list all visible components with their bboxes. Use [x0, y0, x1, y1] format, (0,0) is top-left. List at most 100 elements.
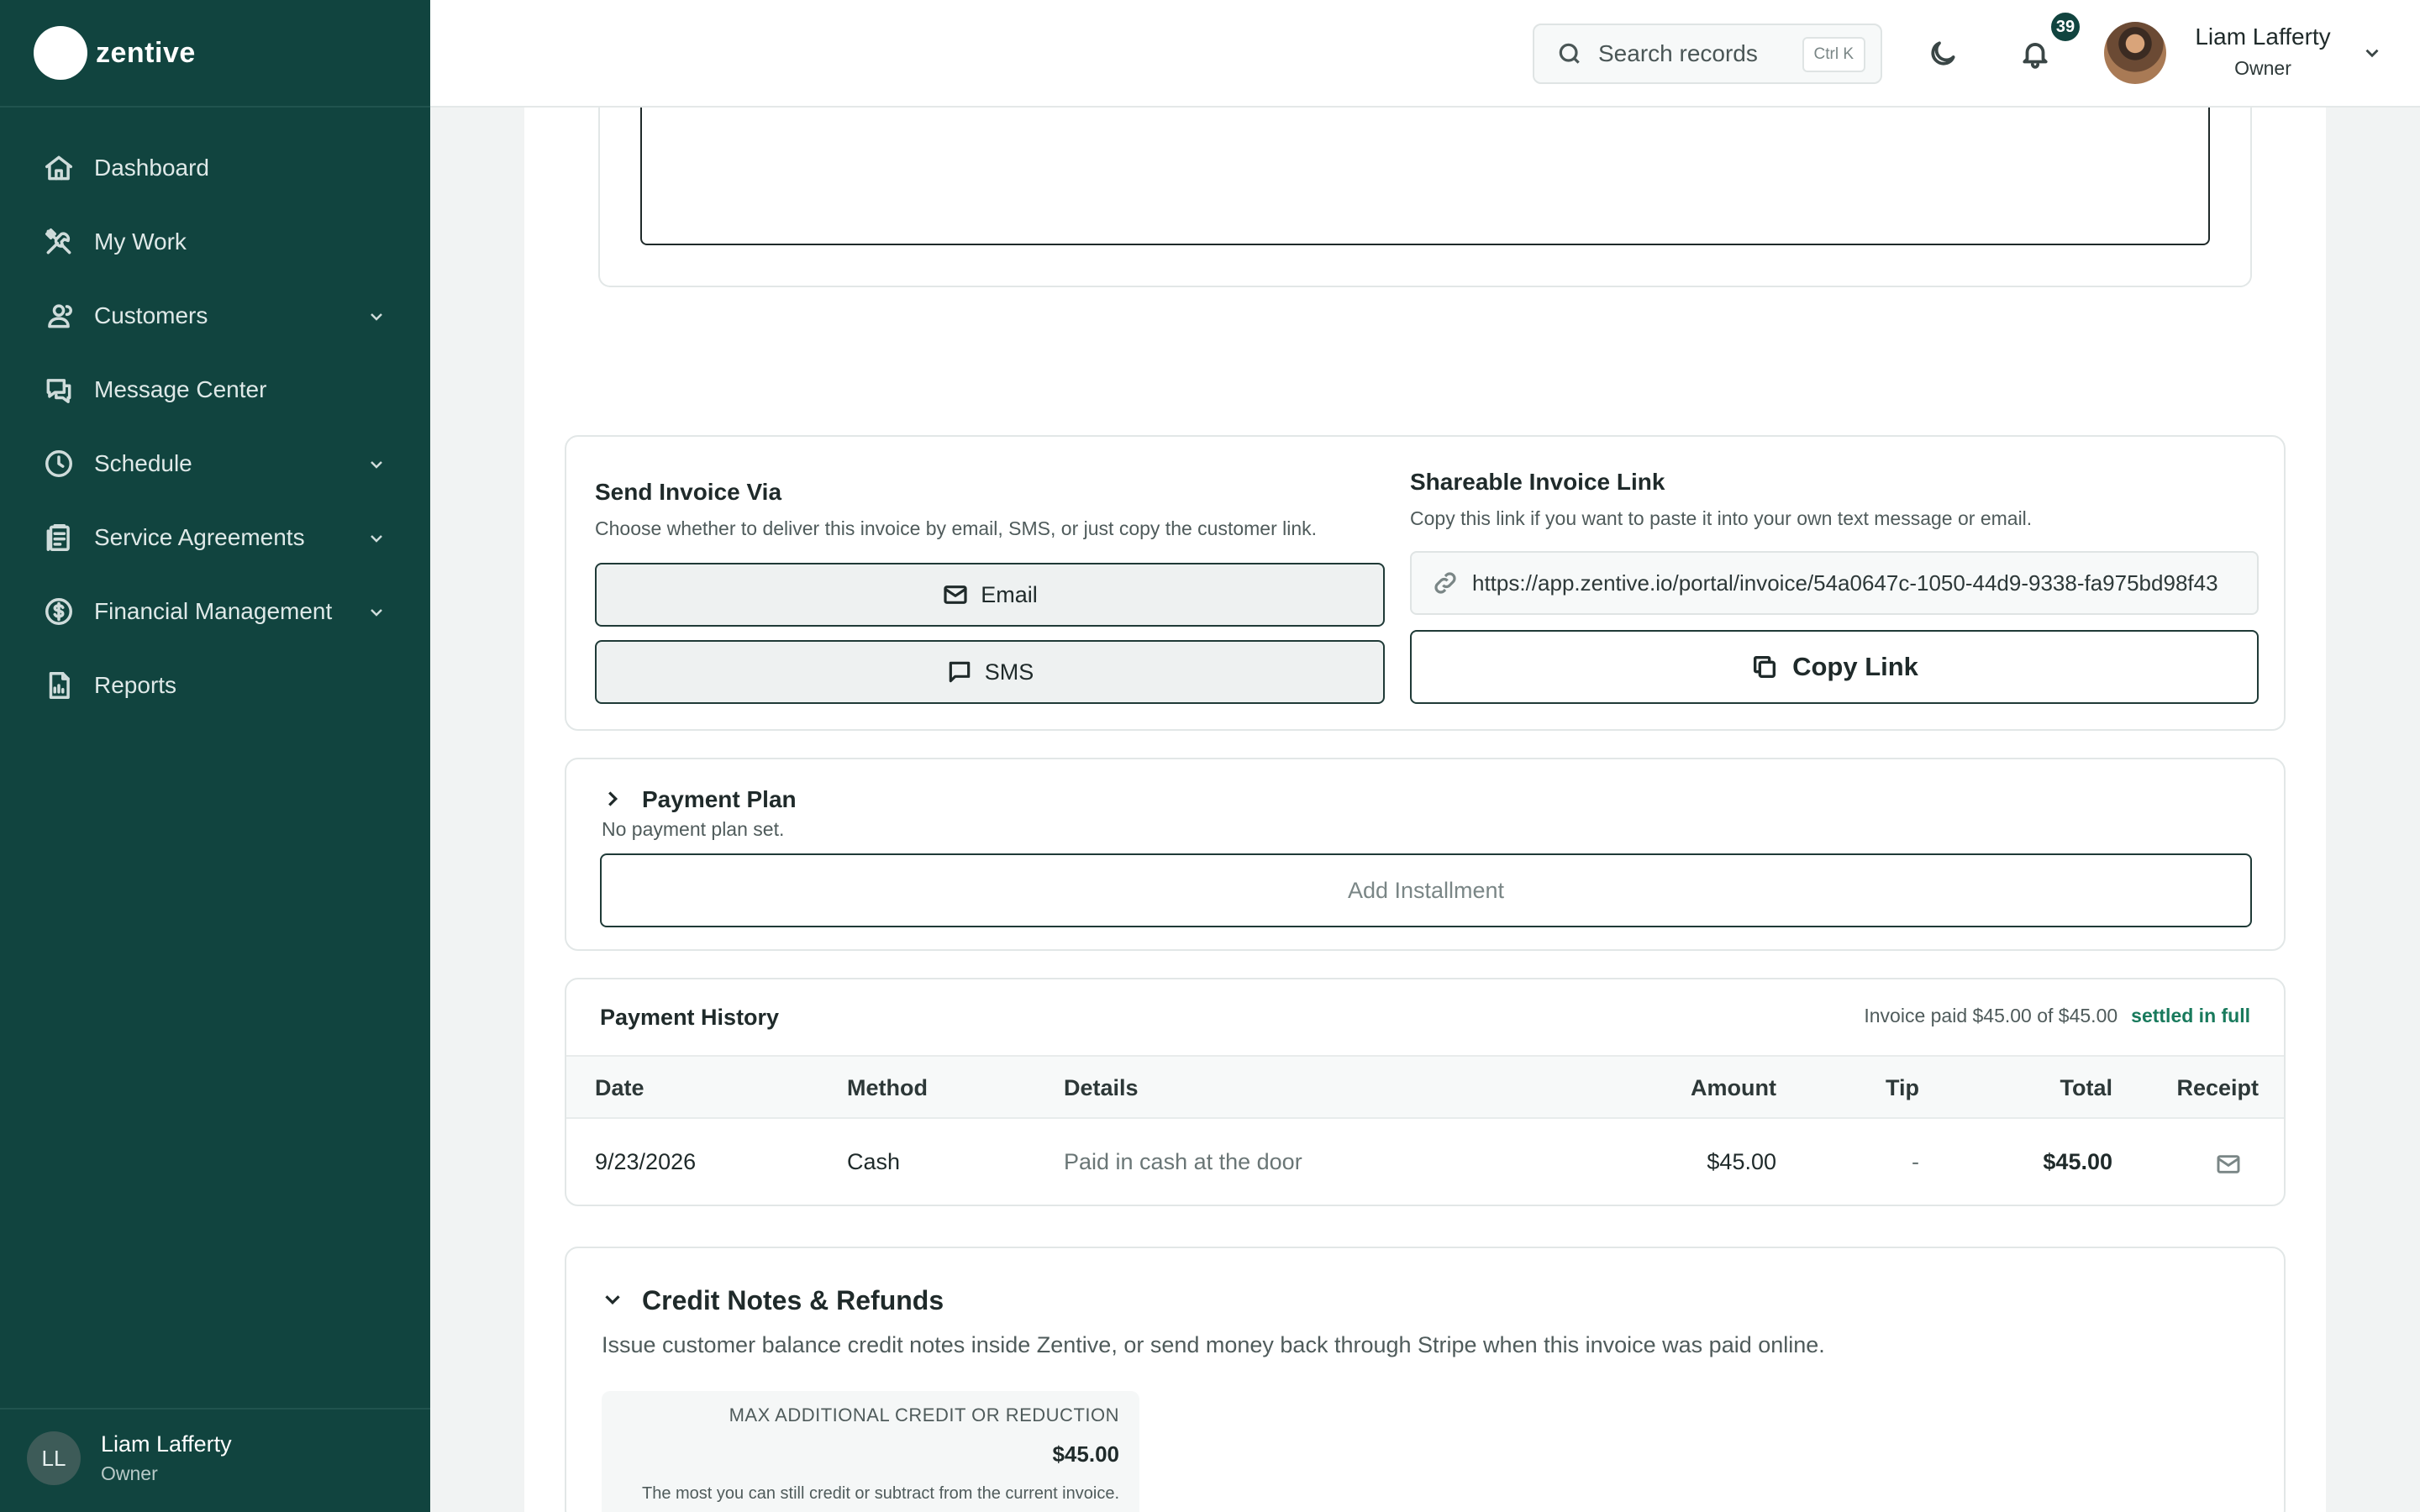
- sidebar-divider: [0, 1408, 430, 1410]
- user-menu[interactable]: Liam Lafferty Owner: [2185, 24, 2341, 80]
- share-link-description: Copy this link if you want to paste it i…: [1410, 507, 2033, 529]
- chevron-down-icon: [366, 528, 387, 548]
- payment-status: Invoice paid $45.00 of $45.00 settled in…: [1864, 1005, 2250, 1027]
- chat-icon: [42, 373, 76, 407]
- mail-icon: [944, 585, 967, 604]
- chevron-down-icon[interactable]: [2361, 42, 2383, 64]
- clock-icon: [42, 447, 76, 480]
- copy-link-label: Copy Link: [1792, 652, 1918, 681]
- users-icon: [42, 299, 76, 333]
- home-icon: [42, 151, 76, 185]
- max-credit-note: The most you can still credit or subtrac…: [642, 1484, 1119, 1503]
- credit-notes-description: Issue customer balance credit notes insi…: [602, 1332, 1825, 1357]
- moon-icon: [1931, 41, 1955, 66]
- link-icon: [1434, 572, 1456, 594]
- sidebar-item-label: Service Agreements: [94, 524, 305, 550]
- payment-plan-card: Payment Plan No payment plan set. Add In…: [565, 758, 2286, 951]
- column-header-amount: Amount: [1691, 1075, 1776, 1100]
- share-link-field[interactable]: [1410, 551, 2259, 615]
- message-icon: [949, 661, 971, 683]
- sidebar-user-name: Liam Lafferty: [101, 1431, 232, 1457]
- chevron-down-icon: [366, 454, 387, 474]
- share-link-input[interactable]: [1472, 570, 2237, 596]
- payment-history-title: Payment History: [600, 1005, 780, 1030]
- sidebar-item-label: Dashboard: [94, 155, 209, 181]
- sidebar-user[interactable]: LL Liam Lafferty Owner: [27, 1431, 232, 1485]
- logo-text: zentive: [96, 36, 196, 69]
- payment-history-card: Payment History Invoice paid $45.00 of $…: [565, 978, 2286, 1206]
- credit-notes-title[interactable]: Credit Notes & Refunds: [642, 1285, 944, 1316]
- logo-mark: [34, 26, 87, 80]
- copy-link-button[interactable]: Copy Link: [1410, 630, 2259, 704]
- cell-details: Paid in cash at the door: [1064, 1149, 1302, 1174]
- sidebar-nav: Dashboard My Work Customers Message Cent…: [0, 131, 430, 722]
- table-header: Date Method Details Amount Tip Total Rec…: [566, 1055, 2284, 1119]
- table-row: 9/23/2026 Cash Paid in cash at the door …: [566, 1119, 2284, 1205]
- send-invoice-title: Send Invoice Via: [595, 479, 782, 505]
- user-role: Owner: [2234, 57, 2291, 79]
- cell-tip: -: [1912, 1149, 1919, 1174]
- user-name: Liam Lafferty: [2195, 24, 2331, 50]
- send-invoice-description: Choose whether to deliver this invoice b…: [595, 517, 1318, 539]
- top-bar: Ctrl K 39 Liam Lafferty Owner: [430, 0, 2420, 108]
- status-badge: settled in full: [2131, 1005, 2250, 1026]
- report-icon: [42, 669, 76, 702]
- credit-notes-card: Credit Notes & Refunds Issue customer ba…: [565, 1247, 2286, 1512]
- app-logo[interactable]: zentive: [34, 25, 196, 81]
- add-installment-button[interactable]: Add Installment: [600, 853, 2252, 927]
- sidebar-divider: [0, 106, 430, 108]
- column-header-total: Total: [2060, 1075, 2113, 1100]
- sidebar-item-customers[interactable]: Customers: [0, 279, 430, 353]
- keyboard-shortcut: Ctrl K: [1802, 37, 1865, 72]
- chevron-down-icon: [366, 306, 387, 326]
- avatar[interactable]: [2104, 22, 2166, 84]
- sidebar-item-reports[interactable]: Reports: [0, 648, 430, 722]
- email-button-label: Email: [981, 581, 1038, 607]
- search-input[interactable]: [1598, 40, 1783, 67]
- cell-total: $45.00: [2043, 1149, 2112, 1174]
- sidebar-item-my-work[interactable]: My Work: [0, 205, 430, 279]
- share-link-title: Shareable Invoice Link: [1410, 469, 1665, 495]
- sidebar-item-schedule[interactable]: Schedule: [0, 427, 430, 501]
- column-header-method: Method: [847, 1075, 928, 1100]
- cell-amount: $45.00: [1707, 1149, 1776, 1174]
- sidebar-item-dashboard[interactable]: Dashboard: [0, 131, 430, 205]
- bell-icon: [2023, 43, 2048, 69]
- column-header-receipt: Receipt: [2176, 1075, 2259, 1100]
- avatar: LL: [27, 1431, 81, 1485]
- sidebar-item-service-agreements[interactable]: Service Agreements: [0, 501, 430, 575]
- dollar-icon: [42, 595, 76, 628]
- payment-plan-subtitle: No payment plan set.: [602, 818, 785, 840]
- sidebar: zentive Dashboard My Work Customers Mess…: [0, 0, 430, 1512]
- send-invoice-card: Send Invoice Via Choose whether to deliv…: [565, 435, 2286, 731]
- sidebar-item-label: Message Center: [94, 376, 267, 402]
- payment-status-text: Invoice paid $45.00 of $45.00: [1864, 1005, 2118, 1026]
- sms-button-label: SMS: [984, 659, 1034, 685]
- cell-method: Cash: [847, 1149, 901, 1174]
- sidebar-item-label: My Work: [94, 228, 187, 255]
- sidebar-user-role: Owner: [101, 1462, 158, 1484]
- search-box[interactable]: Ctrl K: [1533, 24, 1882, 84]
- copy-icon: [1754, 655, 1776, 679]
- max-credit-value: $45.00: [1052, 1441, 1119, 1467]
- search-icon: [1559, 43, 1580, 64]
- clipboard-icon: [42, 521, 76, 554]
- chevron-right-icon[interactable]: [600, 786, 625, 811]
- column-header-tip: Tip: [1886, 1075, 1919, 1100]
- sms-button[interactable]: SMS: [595, 640, 1385, 704]
- mail-icon[interactable]: [2215, 1151, 2242, 1184]
- sidebar-item-label: Financial Management: [94, 598, 333, 624]
- sidebar-item-label: Schedule: [94, 450, 192, 476]
- tools-icon: [42, 225, 76, 259]
- notes-textarea[interactable]: [640, 108, 2210, 245]
- sidebar-item-financial-management[interactable]: Financial Management: [0, 575, 430, 648]
- sidebar-item-label: Customers: [94, 302, 208, 328]
- chevron-down-icon: [366, 601, 387, 622]
- max-credit-label: MAX ADDITIONAL CREDIT OR REDUCTION: [729, 1404, 1119, 1425]
- column-header-details: Details: [1064, 1075, 1139, 1100]
- theme-toggle-button[interactable]: [1919, 30, 1966, 77]
- sidebar-item-message-center[interactable]: Message Center: [0, 353, 430, 427]
- email-button[interactable]: Email: [595, 563, 1385, 627]
- chevron-down-icon[interactable]: [600, 1287, 625, 1312]
- payment-plan-title[interactable]: Payment Plan: [642, 786, 797, 813]
